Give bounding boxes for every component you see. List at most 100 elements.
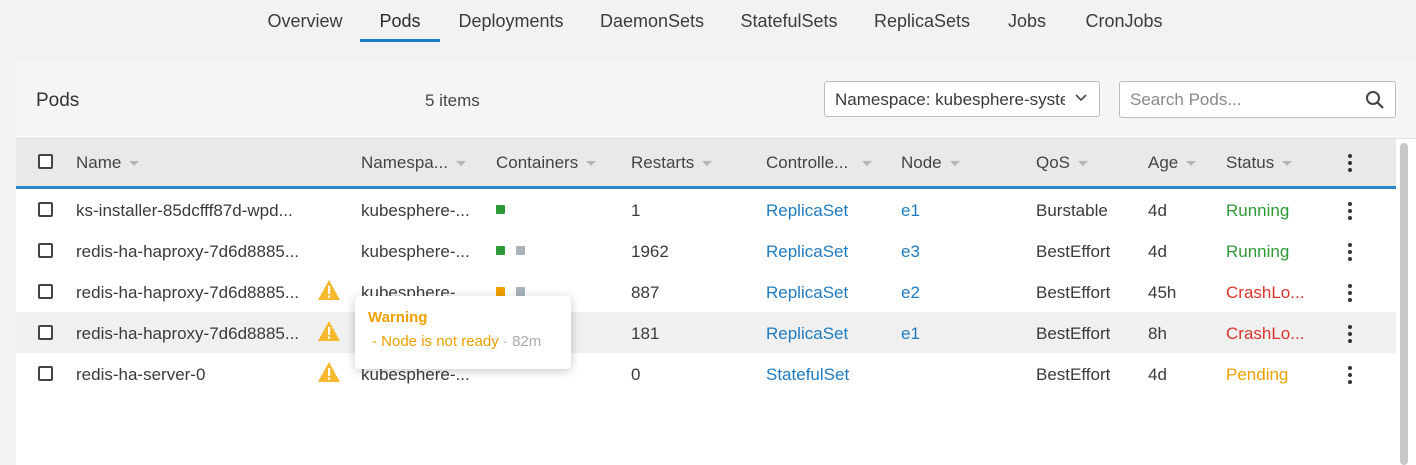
card-header: Pods 5 items Namespace: kubesphere-syste…	[16, 62, 1416, 139]
column-namespace[interactable]: Namespa...	[361, 153, 466, 173]
pod-controller-link[interactable]: ReplicaSet	[766, 242, 848, 262]
tab-deployments[interactable]: Deployments	[452, 0, 570, 42]
pod-qos: BestEffort	[1036, 242, 1111, 261]
tab-replicasets[interactable]: ReplicaSets	[868, 0, 976, 42]
table-header: Name Namespa... Containers Restarts Cont…	[16, 139, 1396, 189]
column-containers[interactable]: Containers	[496, 153, 597, 173]
sort-icon	[1186, 161, 1197, 167]
tooltip-age: · 82m	[502, 333, 542, 350]
pod-name[interactable]: redis-ha-haproxy-7d6d8885...	[76, 242, 311, 262]
container-status-icon[interactable]	[516, 246, 525, 255]
tab-jobs[interactable]: Jobs	[998, 0, 1056, 42]
table-row[interactable]: redis-ha-haproxy-7d6d8885...kubesphere-.…	[16, 312, 1396, 353]
pod-restarts: 887	[631, 283, 660, 302]
tab-statefulsets[interactable]: StatefulSets	[732, 0, 846, 42]
warning-icon[interactable]	[317, 361, 341, 383]
pod-name[interactable]: ks-installer-85dcfff87d-wpd...	[76, 201, 311, 221]
pod-name[interactable]: redis-ha-haproxy-7d6d8885...	[76, 324, 311, 344]
tab-overview[interactable]: Overview	[262, 0, 348, 42]
table-row[interactable]: redis-ha-server-0 kubesphere-... 0 Stateful…	[16, 353, 1396, 394]
search-input[interactable]	[1130, 88, 1350, 112]
pods-card: Pods 5 items Namespace: kubesphere-syste…	[16, 62, 1416, 465]
chevron-down-icon	[1075, 94, 1087, 102]
pod-controller-link[interactable]: StatefulSet	[766, 365, 849, 385]
column-controller[interactable]: Controlle...	[766, 153, 873, 173]
pod-restarts: 0	[631, 365, 641, 384]
pod-age: 45h	[1148, 283, 1177, 302]
warning-icon[interactable]	[317, 320, 341, 342]
row-checkbox[interactable]	[38, 325, 53, 340]
row-checkbox[interactable]	[38, 366, 53, 381]
pod-qos: Burstable	[1036, 201, 1108, 220]
pod-restarts: 1962	[631, 242, 669, 261]
column-name-label: Name	[76, 153, 122, 172]
pod-status: Running	[1226, 242, 1290, 261]
row-checkbox[interactable]	[38, 284, 53, 299]
pod-namespace: kubesphere-...	[361, 201, 470, 220]
tooltip-message-text: - Node is not ready	[372, 333, 499, 350]
pod-controller-link[interactable]: ReplicaSet	[766, 283, 848, 303]
row-actions-icon[interactable]	[1348, 284, 1352, 305]
tab-pods[interactable]: Pods	[360, 0, 440, 42]
namespace-select-value: Namespace: kubesphere-system	[835, 90, 1065, 109]
column-settings-icon[interactable]	[1348, 154, 1352, 175]
pod-age: 8h	[1148, 324, 1167, 343]
column-status[interactable]: Status	[1226, 153, 1293, 173]
pod-name[interactable]: redis-ha-haproxy-7d6d8885...	[76, 283, 311, 303]
column-age-label: Age	[1148, 153, 1179, 172]
row-checkbox[interactable]	[38, 243, 53, 258]
table-row[interactable]: redis-ha-haproxy-7d6d8885...kubesphere-.…	[16, 271, 1396, 312]
select-all-checkbox[interactable]	[38, 154, 53, 169]
scrollbar[interactable]	[1400, 143, 1408, 465]
column-node[interactable]: Node	[901, 153, 960, 173]
pod-node-link[interactable]: e1	[901, 324, 920, 344]
warning-icon[interactable]	[317, 279, 341, 301]
column-restarts-label: Restarts	[631, 153, 695, 172]
pod-namespace: kubesphere-...	[361, 242, 470, 261]
tab-cronjobs[interactable]: CronJobs	[1078, 0, 1170, 42]
pod-status: Pending	[1226, 365, 1289, 384]
column-qos[interactable]: QoS	[1036, 153, 1089, 173]
row-actions-icon[interactable]	[1348, 366, 1352, 387]
container-status-icon[interactable]	[516, 287, 525, 296]
pod-controller-link[interactable]: ReplicaSet	[766, 201, 848, 221]
row-actions-icon[interactable]	[1348, 243, 1352, 264]
column-age[interactable]: Age	[1148, 153, 1197, 173]
pod-controller-link[interactable]: ReplicaSet	[766, 324, 848, 344]
sort-icon	[455, 161, 466, 167]
search-icon[interactable]	[1365, 90, 1385, 110]
pod-age: 4d	[1148, 242, 1167, 261]
namespace-select[interactable]: Namespace: kubesphere-system	[824, 81, 1100, 117]
container-status-icon[interactable]	[496, 205, 505, 214]
pod-node-link[interactable]: e1	[901, 201, 920, 221]
tab-daemonsets[interactable]: DaemonSets	[594, 0, 710, 42]
column-qos-label: QoS	[1036, 153, 1071, 172]
sort-icon	[1282, 161, 1293, 167]
row-checkbox[interactable]	[38, 202, 53, 217]
item-count: 5 items	[425, 91, 480, 110]
pod-qos: BestEffort	[1036, 365, 1111, 384]
pod-restarts: 181	[631, 324, 660, 343]
pod-status: CrashLo...	[1226, 324, 1305, 343]
column-status-label: Status	[1226, 153, 1275, 172]
pod-node-link[interactable]: e2	[901, 283, 920, 303]
table-row[interactable]: ks-installer-85dcfff87d-wpd... kubesphere…	[16, 189, 1396, 230]
row-actions-icon[interactable]	[1348, 325, 1352, 346]
pod-restarts: 1	[631, 201, 641, 220]
column-name[interactable]: Name	[76, 153, 140, 173]
table-row[interactable]: redis-ha-haproxy-7d6d8885... kubesphere-.…	[16, 230, 1396, 271]
sort-icon	[1078, 161, 1089, 167]
pod-age: 4d	[1148, 365, 1167, 384]
pod-status: CrashLo...	[1226, 283, 1305, 302]
row-actions-icon[interactable]	[1348, 202, 1352, 223]
container-status-icon[interactable]	[496, 246, 505, 255]
tooltip-title: Warning	[368, 309, 428, 326]
resource-tabs: Overview Pods Deployments DaemonSets Sta…	[0, 0, 1416, 42]
pod-qos: BestEffort	[1036, 324, 1111, 343]
pod-node-link[interactable]: e3	[901, 242, 920, 262]
container-status-icon[interactable]	[496, 287, 505, 296]
warning-tooltip: Warning - Node is not ready · 82m	[355, 296, 571, 369]
pod-name[interactable]: redis-ha-server-0	[76, 365, 311, 385]
search-box[interactable]	[1119, 81, 1396, 118]
column-restarts[interactable]: Restarts	[631, 153, 713, 173]
